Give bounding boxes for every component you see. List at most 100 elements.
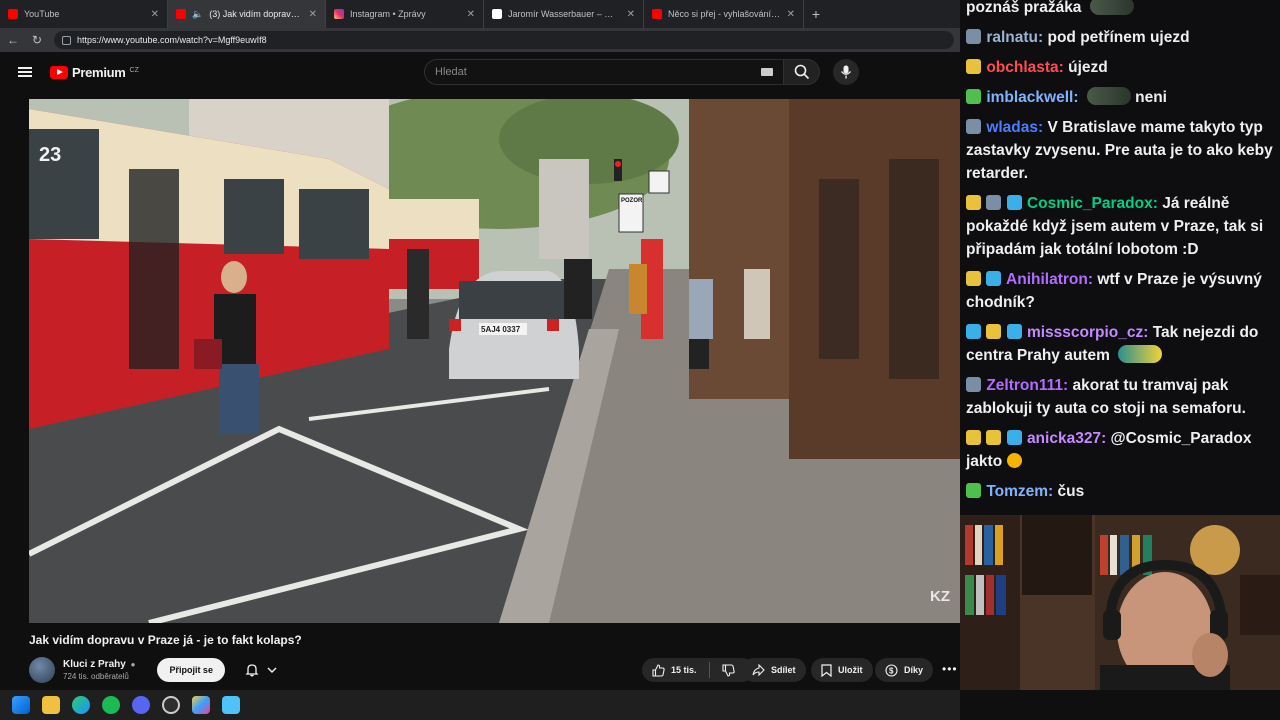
thanks-label: Díky xyxy=(904,665,924,675)
bookmark-icon xyxy=(821,663,832,677)
sub-badge-icon xyxy=(966,119,981,134)
youtube-favicon-icon xyxy=(652,9,662,19)
share-icon xyxy=(752,664,765,676)
chat-username[interactable]: Cosmic_Paradox: xyxy=(1027,195,1158,212)
edge-browser-icon[interactable] xyxy=(72,696,90,714)
chat-username[interactable]: Tomzem: xyxy=(986,483,1053,500)
menu-icon[interactable] xyxy=(18,67,32,77)
discord-icon[interactable] xyxy=(132,696,150,714)
speaker-icon[interactable]: 🔈 xyxy=(192,9,203,20)
crown-badge-icon xyxy=(966,430,981,445)
tab-title: (3) Jak vidím dopravu v Praze xyxy=(209,9,303,19)
notepad-icon[interactable] xyxy=(222,696,240,714)
chat-username[interactable]: Zeltron111: xyxy=(986,377,1068,394)
chat-username[interactable]: anicka327: xyxy=(1027,430,1106,447)
subscriber-count: 724 tis. odběratelů xyxy=(63,672,129,681)
video-player[interactable]: 23 5AJ4 0337 POZOR KZ xyxy=(29,99,960,623)
youtube-play-logo-icon xyxy=(50,65,68,79)
chat-message: ralnatu: pod petřínem ujezd xyxy=(966,26,1274,49)
chevron-down-icon xyxy=(267,667,277,673)
chat-username[interactable]: obchlasta: xyxy=(986,59,1064,76)
tab-title: Instagram • Zprávy xyxy=(350,9,426,19)
search-button[interactable] xyxy=(784,59,820,85)
chat-message: Tomzem: čus xyxy=(966,480,1274,503)
notifications-button[interactable] xyxy=(237,658,285,682)
instagram-favicon-icon xyxy=(334,9,344,19)
cube-badge-icon xyxy=(1006,324,1022,339)
tab-giveaway[interactable]: Něco si přej - vyhlašování výherců ✕ xyxy=(644,0,804,28)
chat-username[interactable]: missscorpio_cz: xyxy=(1027,324,1148,341)
cube-badge-icon xyxy=(1006,430,1022,445)
sub-badge-icon xyxy=(966,271,981,286)
cube-badge-icon xyxy=(986,271,1002,286)
reload-icon[interactable]: ↻ xyxy=(30,33,44,47)
close-tab-icon[interactable]: ✕ xyxy=(151,9,159,20)
sub-badge-icon xyxy=(986,195,1002,210)
channel-avatar[interactable] xyxy=(29,657,55,683)
thumbs-up-icon xyxy=(652,663,665,677)
laughing-emoji-icon xyxy=(1006,453,1022,468)
stream-chat: poznáš pražáka ralnatu: pod petřínem uje… xyxy=(960,0,1280,515)
browser-tab-strip: YouTube ✕ 🔈 (3) Jak vidím dopravu v Praz… xyxy=(0,0,960,28)
verified-check-icon: ● xyxy=(130,660,136,669)
address-bar[interactable]: https://www.youtube.com/watch?v=Mgff9euw… xyxy=(54,31,954,49)
thumbs-down-icon xyxy=(721,663,735,677)
chat-message: imblackwell: neni xyxy=(966,86,1274,109)
more-actions-icon[interactable]: ••• xyxy=(942,662,958,676)
like-button[interactable]: 15 tis. xyxy=(652,663,697,677)
chat-message: wladas: V Bratislave mame takyto typ zas… xyxy=(966,116,1274,185)
tab-active-video[interactable]: 🔈 (3) Jak vidím dopravu v Praze ✕ xyxy=(168,0,326,28)
tab-wikipedia[interactable]: Jaromír Wasserbauer – Wikipedie ✕ xyxy=(484,0,644,28)
tab-title: Něco si přej - vyhlašování výherců xyxy=(668,9,781,19)
sub-badge-icon xyxy=(986,430,1002,445)
file-explorer-icon[interactable] xyxy=(42,696,60,714)
tram-number: 23 xyxy=(39,144,61,166)
tab-instagram[interactable]: Instagram • Zprávy ✕ xyxy=(326,0,484,28)
street-sign-text: POZOR xyxy=(621,198,643,204)
voice-search-button[interactable] xyxy=(833,59,859,85)
chat-text: pod petřínem ujezd xyxy=(1047,29,1190,46)
channel-name[interactable]: Kluci z Prahy ● xyxy=(63,659,135,670)
search-input[interactable]: Hledat xyxy=(424,59,784,85)
copilot-icon[interactable] xyxy=(192,696,210,714)
chat-message: Zeltron111: akorat tu tramvaj pak zablok… xyxy=(966,374,1274,420)
chat-message: missscorpio_cz: Tak nejezdi do centra Pr… xyxy=(966,321,1274,367)
youtube-premium-logo[interactable]: Premium CZ xyxy=(50,65,139,80)
chat-username[interactable]: imblackwell: xyxy=(986,89,1078,106)
license-plate: 5AJ4 0337 xyxy=(481,325,521,334)
back-arrow-icon[interactable]: ← xyxy=(6,33,20,47)
tab-title: YouTube xyxy=(24,9,60,19)
obs-icon[interactable] xyxy=(162,696,180,714)
arrow-badge-icon xyxy=(966,324,981,339)
new-tab-icon[interactable]: + xyxy=(804,0,828,28)
youtube-header: Premium CZ Hledat xyxy=(0,52,960,92)
windows-start-icon[interactable] xyxy=(12,696,30,714)
close-tab-icon[interactable]: ✕ xyxy=(787,9,795,20)
search-placeholder: Hledat xyxy=(435,66,467,78)
thanks-button[interactable]: $ Díky xyxy=(875,658,934,682)
close-tab-icon[interactable]: ✕ xyxy=(309,9,317,20)
site-info-icon[interactable] xyxy=(62,35,71,45)
tab-youtube[interactable]: YouTube ✕ xyxy=(0,0,168,28)
spotify-icon[interactable] xyxy=(102,696,120,714)
logo-country: CZ xyxy=(129,66,139,74)
search-icon xyxy=(794,64,809,80)
save-button[interactable]: Uložit xyxy=(811,658,873,682)
chat-username[interactable]: wladas: xyxy=(986,119,1043,136)
browser-toolbar: ← ↻ https://www.youtube.com/watch?v=Mgff… xyxy=(0,28,960,52)
chat-emote xyxy=(1118,345,1163,363)
share-button[interactable]: Sdílet xyxy=(742,658,806,682)
youtube-favicon-icon xyxy=(8,9,18,19)
dislike-button[interactable] xyxy=(721,663,735,677)
share-label: Sdílet xyxy=(771,665,796,675)
sub-badge-icon xyxy=(966,89,981,104)
wikipedia-favicon-icon xyxy=(492,9,502,19)
chat-message: Anihilatron: wtf v Praze je výsuvný chod… xyxy=(966,268,1274,314)
close-tab-icon[interactable]: ✕ xyxy=(467,9,475,20)
close-tab-icon[interactable]: ✕ xyxy=(627,9,635,20)
chat-username[interactable]: Anihilatron: xyxy=(1006,271,1093,288)
chat-username[interactable]: ralnatu: xyxy=(986,29,1043,46)
keyboard-icon[interactable] xyxy=(761,68,773,76)
video-title: Jak vidím dopravu v Praze já - je to fak… xyxy=(29,633,302,647)
join-button[interactable]: Připojit se xyxy=(157,658,225,682)
